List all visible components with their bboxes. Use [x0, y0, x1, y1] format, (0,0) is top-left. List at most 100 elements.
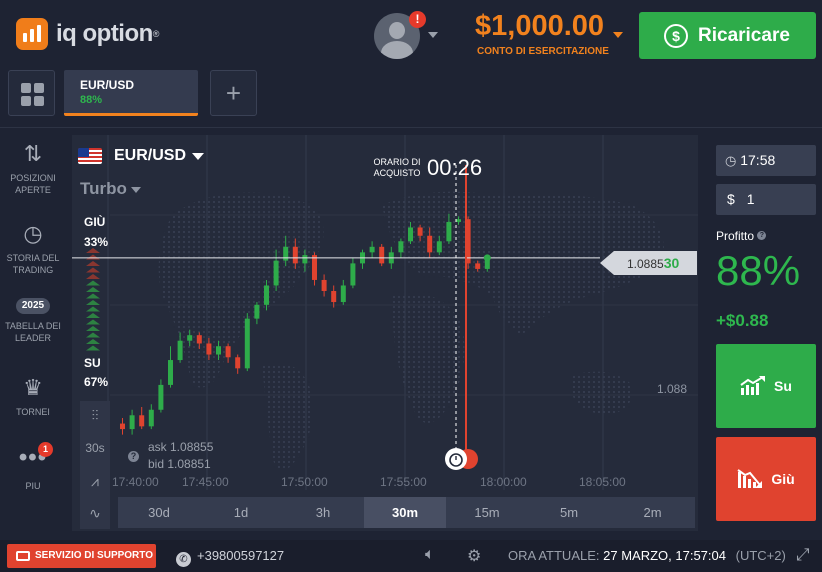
amount-field[interactable]: $ 1 — [716, 184, 816, 215]
support-button[interactable]: SERVIZIO DI SUPPORTO — [7, 544, 156, 568]
candle-body[interactable] — [446, 221, 452, 242]
candle-body[interactable] — [312, 255, 317, 280]
profit-amount: +$0.88 — [716, 311, 769, 330]
trend-up-icon — [740, 376, 766, 395]
trading-chart[interactable]: EUR/USD Turbo GIÙ 33% SU 67% ORARIO DI A… — [72, 135, 698, 531]
sentiment-chevron — [86, 261, 100, 266]
support-phone[interactable]: ✆ +39800597127 — [176, 548, 284, 567]
asset-tab-profit: 88% — [80, 94, 103, 106]
candle-body[interactable] — [340, 285, 346, 303]
call-up-button[interactable]: Su — [716, 344, 816, 428]
candle-body[interactable] — [264, 285, 269, 305]
x-axis-label: 17:45:00 — [182, 475, 229, 489]
candle-body[interactable] — [273, 260, 279, 286]
drawing-icon[interactable]: ∿ — [80, 505, 110, 522]
chevron-down-icon — [192, 152, 205, 160]
x-axis-label: 18:05:00 — [579, 475, 626, 489]
candle-body[interactable] — [235, 357, 241, 369]
candle-body[interactable] — [225, 346, 231, 358]
candle-body[interactable] — [475, 263, 481, 269]
sidebar-item-open-positions[interactable]: ⇅ POSIZIONI APERTE — [0, 142, 66, 196]
chevron-down-icon[interactable] — [428, 32, 438, 38]
asset-tab-row: EUR/USD 88% + — [0, 70, 822, 128]
call-up-label: Su — [774, 378, 792, 394]
timeframe-15m[interactable]: 15m — [446, 497, 528, 528]
sentiment-chevron — [86, 339, 100, 344]
footer-bar: SERVIZIO DI SUPPORTO ✆ +39800597127 🔈︎ ⚙ … — [0, 540, 822, 572]
x-axis-label: 17:40:00 — [112, 475, 159, 489]
notification-badge[interactable]: ! — [409, 11, 426, 28]
sidebar-item-more[interactable]: ••• 1 PIU — [0, 442, 66, 492]
candle-body[interactable] — [292, 246, 298, 264]
candle-body[interactable] — [302, 255, 308, 264]
asset-tab-eurusd[interactable]: EUR/USD 88% — [64, 70, 198, 116]
candle-body[interactable] — [417, 227, 423, 236]
arrows-updown-icon: ⇅ — [23, 141, 43, 166]
settings-gear-icon[interactable]: ⚙ — [467, 546, 481, 566]
sentiment-chevron — [86, 345, 100, 351]
candle-body[interactable] — [427, 235, 433, 253]
top-header: iq option ® ! $1,000.00 CONTO DI ESERCIT… — [0, 0, 822, 70]
timeframe-30d[interactable]: 30d — [118, 497, 200, 528]
candle-body[interactable] — [436, 241, 442, 253]
trophy-icon: ♛ — [23, 375, 43, 400]
help-icon[interactable]: ? — [128, 451, 139, 462]
expiry-time-field[interactable]: ◷ 17:58 — [716, 145, 816, 176]
put-down-button[interactable]: Giù — [716, 437, 816, 521]
candle-body[interactable] — [369, 246, 375, 253]
timeframe-30m[interactable]: 30m — [364, 497, 446, 528]
candle-body[interactable] — [168, 360, 173, 385]
recharge-button[interactable]: $ Ricaricare — [639, 12, 816, 59]
balance-amount[interactable]: $1,000.00 — [475, 10, 604, 43]
candle-body[interactable] — [196, 335, 202, 344]
candle-body[interactable] — [331, 291, 337, 303]
candle-body[interactable] — [158, 384, 164, 410]
candle-body[interactable] — [129, 415, 135, 430]
candle-body[interactable] — [398, 241, 404, 253]
iq-option-logo[interactable]: iq option ® — [16, 18, 159, 50]
recharge-label: Ricaricare — [698, 24, 790, 46]
profit-percent: 88% — [716, 247, 801, 294]
candle-body[interactable] — [206, 343, 212, 355]
timeframe-2m[interactable]: 2m — [610, 497, 695, 528]
amount-currency: $ — [727, 191, 735, 207]
candle-body[interactable] — [120, 423, 125, 430]
grid-menu-button[interactable] — [8, 70, 55, 116]
profit-help-icon[interactable]: ? — [757, 231, 767, 240]
candles-icon[interactable]: ⫶⫶ — [80, 407, 110, 424]
candle-body[interactable] — [379, 246, 385, 264]
timeframe-30s-button[interactable]: 30s — [80, 441, 110, 455]
candle-body[interactable] — [254, 304, 260, 319]
candle-body[interactable] — [187, 335, 193, 341]
mode-selector[interactable]: Turbo — [80, 179, 141, 199]
sidebar-item-leaderboard[interactable]: 2025 TABELLA DEI LEADER — [0, 298, 66, 344]
phone-number: +39800597127 — [197, 548, 285, 563]
y-axis-label: 1.088 — [657, 382, 688, 396]
timeframe-5m[interactable]: 5m — [528, 497, 610, 528]
sidebar-item-tournaments[interactable]: ♛ TORNEI — [0, 376, 66, 418]
candle-body[interactable] — [216, 346, 221, 355]
balance-chevron-down-icon[interactable] — [613, 32, 623, 38]
timeframe-bar: 30d 1d 3h 30m 15m 5m 2m — [118, 497, 695, 528]
timeframe-3h[interactable]: 3h — [282, 497, 364, 528]
indicator-icon[interactable]: ⩘ — [80, 473, 110, 490]
sidebar-item-trading-history[interactable]: ◷ STORIA DEL TRADING — [0, 222, 66, 276]
current-price-tail: 30 — [663, 255, 680, 271]
candle-body[interactable] — [177, 340, 183, 361]
x-axis-label: 17:50:00 — [281, 475, 328, 489]
sound-icon[interactable]: 🔈︎ — [425, 546, 435, 564]
pair-selector[interactable]: EUR/USD — [78, 147, 205, 165]
timeframe-1d[interactable]: 1d — [200, 497, 282, 528]
left-sidebar: ⇅ POSIZIONI APERTE ◷ STORIA DEL TRADING … — [0, 130, 66, 540]
add-asset-button[interactable]: + — [210, 70, 257, 116]
candle-body[interactable] — [148, 409, 154, 427]
candle-body[interactable] — [408, 227, 413, 242]
candle-body[interactable] — [139, 415, 145, 427]
candle-body[interactable] — [244, 318, 250, 369]
x-axis-label: 17:55:00 — [380, 475, 427, 489]
candle-body[interactable] — [321, 279, 327, 291]
fullscreen-icon[interactable]: ⤢ — [796, 545, 810, 565]
candle-body[interactable] — [350, 263, 356, 286]
candle-body[interactable] — [456, 219, 461, 222]
candle-body[interactable] — [283, 246, 289, 261]
